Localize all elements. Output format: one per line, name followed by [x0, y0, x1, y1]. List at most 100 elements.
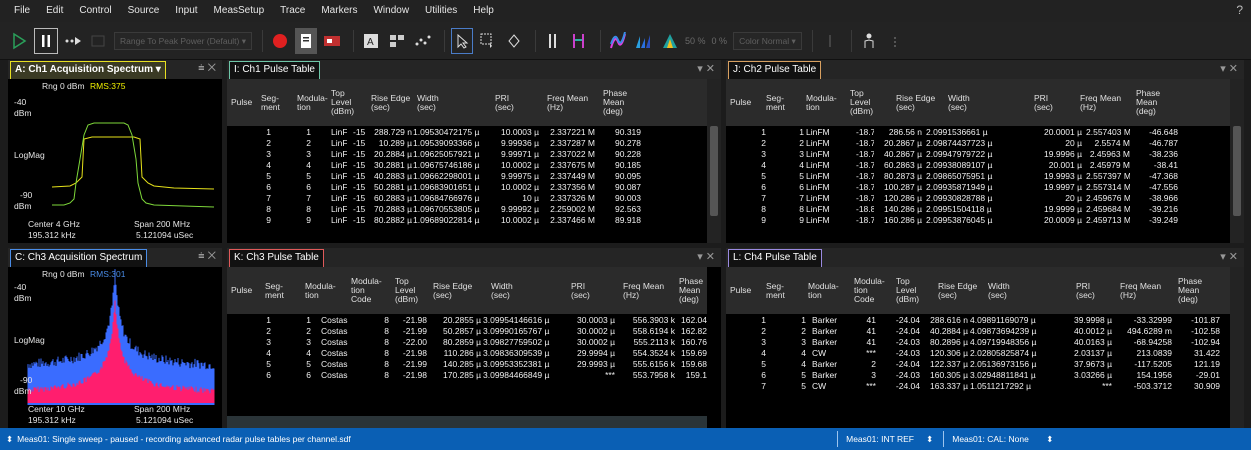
table-row[interactable]: 1 1 Costas 8 -21.98 20.2855 µ 3.09954146616 µ 3… [227, 315, 707, 326]
zoom-select-icon[interactable] [477, 28, 499, 54]
column-header[interactable]: Phase Mean (deg) [679, 267, 703, 314]
table-row[interactable]: 7 7 LinFM -15.61 60.2883 µ1.09684766976 µ 10 … [227, 193, 707, 204]
table-row[interactable]: 9 9 LinFM -15.64 80.2882 µ1.09689022814 µ 10.… [227, 215, 707, 226]
step-icon[interactable] [62, 28, 84, 54]
menu-control[interactable]: Control [71, 0, 119, 22]
table-body[interactable]: 1 1 Costas 8 -21.98 20.2855 µ 3.09954146616 µ3… [227, 314, 707, 428]
column-header[interactable]: Freq Mean (Hz) [547, 79, 588, 126]
table-row[interactable]: 3 3 LinFM -15.64 20.2884 µ1.09625057921 µ 9.9… [227, 149, 707, 160]
restart-icon[interactable] [88, 28, 110, 54]
table-row[interactable]: 6 5 Barker 3 -24.03 160.305 µ 3.02948811841 µ 3… [726, 370, 1230, 381]
column-header[interactable]: Width (sec) [988, 267, 1010, 314]
menu-meassetup[interactable]: MeasSetup [206, 0, 273, 22]
table-row[interactable]: 66LinFM-18.79100.287 µ2.09935871949 µ19.… [726, 182, 1230, 193]
autoscale-icon[interactable]: A [360, 28, 382, 54]
column-header[interactable]: Width (sec) [491, 267, 513, 314]
ch4-table-title-tab[interactable]: L: Ch4 Pulse Table [728, 249, 822, 267]
menu-source[interactable]: Source [120, 0, 168, 22]
table-row[interactable]: 4 4 CW *** -24.03 120.306 µ 2.02805825874 µ 2.0… [726, 348, 1230, 359]
column-header[interactable]: Pulse [231, 79, 252, 126]
column-header[interactable]: Freq Mean (Hz) [623, 267, 664, 314]
window-pin-close-icon[interactable]: ⩧ ✕ [198, 250, 216, 263]
trace-color-icon[interactable] [607, 28, 629, 54]
table-row[interactable]: 1 1 Barker 41 -24.04 288.616 n 4.09891169079 µ… [726, 315, 1230, 326]
table-row[interactable]: 77LinFM-18.78120.286 µ2.09930828788 µ20 … [726, 193, 1230, 204]
column-header[interactable]: Seg- ment [265, 267, 284, 314]
recording-config-icon[interactable] [321, 28, 343, 54]
table-row[interactable]: 11LinFM-18.78286.56 n2.0991536661 µ20.00… [726, 127, 1230, 138]
column-header[interactable]: Modula- tion [808, 267, 839, 314]
record-icon[interactable] [269, 28, 291, 54]
window-menu-close-icon[interactable]: ▾ ✕ [697, 250, 715, 263]
table-row[interactable]: 5 5 Costas 8 -21.99 140.285 µ 3.09953352381 µ 2… [227, 359, 707, 370]
table-row[interactable]: 33LinFM-18.7940.2867 µ2.09947979722 µ19.… [726, 149, 1230, 160]
reference-spinner-icon[interactable]: ⬍ [926, 434, 933, 445]
window-pin-close-icon[interactable]: ⩧ ✕ [198, 62, 216, 75]
table-body[interactable]: 11LinFM-15.62288.729 n1.09530472175 µ10.… [227, 126, 707, 243]
ch2-table-title-tab[interactable]: J: Ch2 Pulse Table [728, 61, 822, 79]
column-header[interactable]: Top Level (dBm) [395, 267, 418, 314]
pause-icon[interactable] [34, 27, 58, 54]
column-header[interactable]: Seg- ment [766, 79, 785, 126]
table-row[interactable]: 99LinFM-18.79160.286 µ2.09953876045 µ20.… [726, 215, 1230, 226]
save-recording-icon[interactable] [295, 27, 318, 54]
menu-markers[interactable]: Markers [313, 0, 365, 22]
color-mode-dropdown[interactable]: Color Normal ▾ [733, 31, 802, 50]
column-header[interactable]: PRI (sec) [495, 79, 514, 126]
column-header[interactable]: Pulse [730, 79, 751, 126]
table-row[interactable]: 5 4 Barker 2 -24.04 122.337 µ 2.05136973156 µ 3… [726, 359, 1230, 370]
table-row[interactable]: 6 6 Costas 8 -21.98 170.285 µ 3.09984466849 µ *… [227, 370, 707, 381]
help-icon[interactable]: ? [1236, 3, 1243, 17]
table-row[interactable]: 3 3 Costas 8 -22.00 80.2859 µ 3.09827759502 µ 3… [227, 337, 707, 348]
ch3-spectrum-title-tab[interactable]: C: Ch3 Acquisition Spectrum [10, 249, 148, 267]
column-header[interactable]: Phase Mean (deg) [1136, 79, 1160, 126]
menu-window[interactable]: Window [365, 0, 417, 22]
waterfall-icon[interactable] [633, 28, 655, 54]
ch3-table-title-tab[interactable]: K: Ch3 Pulse Table [229, 249, 324, 267]
interpolate-icon[interactable] [819, 28, 841, 54]
menu-trace[interactable]: Trace [272, 0, 313, 22]
power-mode-dropdown[interactable]: Range To Peak Power (Default) ▾ [114, 31, 253, 50]
window-menu-close-icon[interactable]: ▾ ✕ [1220, 62, 1238, 75]
scrollbar-thumb[interactable] [1233, 126, 1241, 216]
vertical-scrollbar[interactable] [707, 79, 721, 243]
band-marker-icon[interactable] [568, 28, 590, 54]
column-header[interactable]: Top Level (dBm) [896, 267, 919, 314]
table-row[interactable]: 3 3 Barker 41 -24.03 80.2896 µ 4.09719948356 µ… [726, 337, 1230, 348]
table-row[interactable]: 8 8 LinFM -15.63 70.2883 µ1.09670553805 µ 9.9… [227, 204, 707, 215]
spectrogram-icon[interactable] [659, 28, 681, 54]
vertical-scrollbar[interactable] [1230, 267, 1244, 428]
window-menu-close-icon[interactable]: ▾ ✕ [1220, 250, 1238, 263]
column-header[interactable]: Modula- tion Code [351, 267, 382, 314]
table-body[interactable]: 11LinFM-18.78286.56 n2.0991536661 µ20.00… [726, 126, 1230, 243]
scatter-icon[interactable] [412, 28, 434, 54]
column-header[interactable]: Rise Edge (sec) [896, 79, 935, 126]
table-row[interactable]: 4 4 Costas 8 -21.98 110.286 µ 3.09836309539 µ 2… [227, 348, 707, 359]
table-row[interactable]: 5 5 LinFM -15.63 40.2883 µ1.09662298001 µ 9.9… [227, 171, 707, 182]
spectrum-plot-area[interactable]: Rng 0 dBm RMS:301 -40 dBm LogMag -90 dBm… [14, 267, 216, 428]
column-header[interactable]: Width (sec) [948, 79, 970, 126]
table-row[interactable]: 2 2 Costas 8 -21.99 50.2857 µ 3.09990165767 µ 3… [227, 326, 707, 337]
menu-file[interactable]: File [6, 0, 38, 22]
window-menu-close-icon[interactable]: ▾ ✕ [697, 62, 715, 75]
table-row[interactable]: 7 5 CW *** -24.04 163.337 µ 1.0511217292 µ *** -… [726, 381, 1230, 392]
table-row[interactable]: 22LinFM-18.7920.2867 µ2.09874437723 µ20 … [726, 138, 1230, 149]
reference-status[interactable]: Meas01: INT REF [846, 434, 926, 444]
column-header[interactable]: Modula- tion Code [854, 267, 885, 314]
column-header[interactable]: PRI (sec) [571, 267, 590, 314]
column-header[interactable]: Modula- tion [297, 79, 328, 126]
table-row[interactable]: 55LinFM-18.7980.2873 µ2.09865075951 µ19.… [726, 171, 1230, 182]
column-header[interactable]: Width (sec) [417, 79, 439, 126]
table-row[interactable]: 1 1 LinFM -15.62 288.729 n1.09530472175 µ 10.… [227, 127, 707, 138]
status-spinner-icon[interactable]: ⬍ [6, 434, 13, 445]
overflow-icon[interactable] [884, 28, 906, 54]
table-row[interactable]: 2 2 Barker 41 -24.04 40.2884 µ 4.09873694239 µ… [726, 326, 1230, 337]
table-body[interactable]: 1 1 Barker 41 -24.04 288.616 n 4.09891169079 µ… [726, 314, 1230, 428]
horizontal-scrollbar[interactable] [227, 416, 707, 428]
column-header[interactable]: Seg- ment [261, 79, 280, 126]
menu-utilities[interactable]: Utilities [417, 0, 465, 22]
calibration-spinner-icon[interactable]: ⬍ [1046, 434, 1053, 445]
table-row[interactable]: 6 6 LinFM -15.62 50.2881 µ1.09683901651 µ 10.… [227, 182, 707, 193]
column-header[interactable]: Freq Mean (Hz) [1080, 79, 1121, 126]
column-header[interactable]: Top Level (dBm) [850, 79, 873, 126]
